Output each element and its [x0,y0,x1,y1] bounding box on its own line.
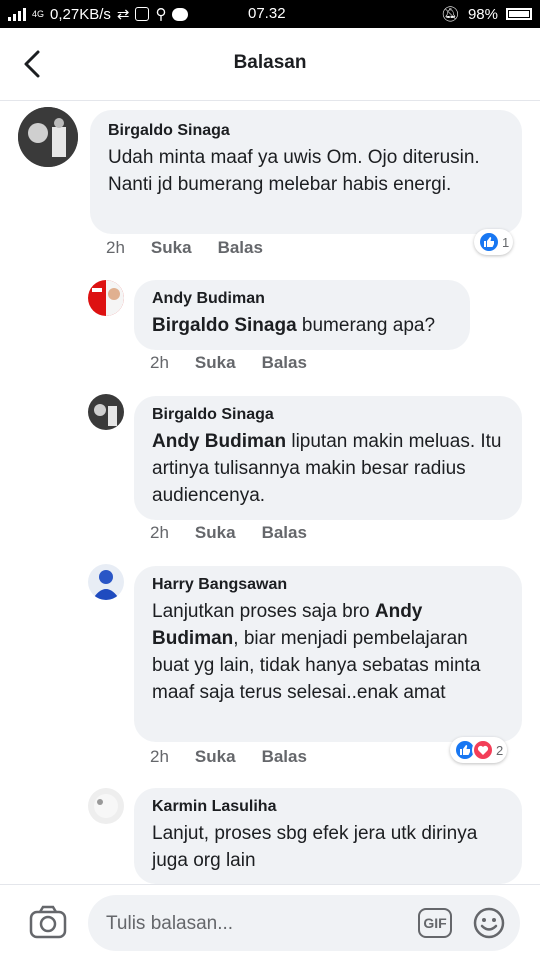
reply-button[interactable]: Balas [262,353,307,373]
comment-actions: 2h Suka Balas [150,523,307,543]
status-bar: 4G 0,27KB/s ⇄ ⚲ 07.32 🔕︎ 98% [0,0,540,28]
reaction-summary[interactable]: 2 [450,737,508,763]
smiley-icon [473,907,505,939]
comment-bubble[interactable]: Karmin Lasuliha Lanjut, proses sbg efek … [134,788,522,884]
comment-text: Lanjut, proses sbg efek jera utk dirinya… [152,823,478,871]
comment-bubble[interactable]: Harry Bangsawan Lanjutkan proses saja br… [134,566,522,742]
header: Balasan [0,28,540,101]
reaction-summary[interactable]: 1 [474,229,514,255]
gif-button[interactable]: GIF [418,908,452,938]
reply-button[interactable]: Balas [262,747,307,767]
love-reaction-icon [472,739,494,761]
comment-bubble[interactable]: Birgaldo Sinaga Andy Budiman liputan mak… [134,396,522,520]
camera-button[interactable] [28,905,68,941]
page-title: Balasan [233,52,307,73]
mute-icon: 🔕︎ [440,6,460,23]
clock: 07.32 [248,5,286,22]
reply-placeholder: Tulis balasan... [106,913,234,934]
reply-composer: Tulis balasan... GIF [0,884,540,961]
comment-author[interactable]: Andy Budiman [152,290,452,308]
comment-actions: 2h Suka Balas [106,238,263,258]
like-reaction-icon [478,231,500,253]
like-button[interactable]: Suka [195,523,236,543]
messenger-icon [172,7,189,21]
battery-percent: 98% [467,5,498,23]
reply-button[interactable]: Balas [218,238,263,258]
comment-time: 2h [106,238,125,257]
comment-time: 2h [150,353,169,372]
reply-input[interactable]: Tulis balasan... GIF [88,895,520,951]
avatar[interactable] [18,107,78,167]
comment-author[interactable]: Harry Bangsawan [152,576,504,594]
like-button[interactable]: Suka [151,238,192,258]
signal-icon [8,7,26,21]
battery-icon [506,8,532,20]
comment-author[interactable]: Birgaldo Sinaga [152,406,504,424]
download-icon [135,7,150,21]
like-button[interactable]: Suka [195,353,236,373]
avatar[interactable] [88,394,124,430]
camera-icon [29,905,67,939]
reaction-count: 1 [502,234,510,250]
avatar[interactable] [88,564,124,600]
emoji-button[interactable] [473,907,505,939]
comment-actions: 2h Suka Balas [150,353,307,373]
like-button[interactable]: Suka [195,747,236,767]
comment-time: 2h [150,747,169,766]
avatar[interactable] [88,280,124,316]
comment-bubble[interactable]: Andy Budiman Birgaldo Sinaga bumerang ap… [134,280,470,350]
comment-text: bumerang apa? [296,315,436,336]
comment-text-prefix: Lanjutkan proses saja bro [152,601,375,622]
share-icon: ⇄ [116,6,130,23]
person-icon: ⚲ [155,6,167,23]
comment-time: 2h [150,523,169,542]
avatar[interactable] [88,788,124,824]
mention-link[interactable]: Andy Budiman [152,431,286,452]
comment-author[interactable]: Karmin Lasuliha [152,798,504,816]
comment-author[interactable]: Birgaldo Sinaga [108,122,504,140]
network-speed: 0,27KB/s [50,5,111,23]
reply-button[interactable]: Balas [262,523,307,543]
reaction-count: 2 [496,742,504,758]
mention-link[interactable]: Birgaldo Sinaga [152,315,297,336]
comment-bubble[interactable]: Birgaldo Sinaga Udah minta maaf ya uwis … [90,110,522,234]
network-type: 4G [32,9,45,19]
comment-text: Udah minta maaf ya uwis Om. Ojo diterusi… [108,147,480,195]
comment-actions: 2h Suka Balas [150,747,307,767]
